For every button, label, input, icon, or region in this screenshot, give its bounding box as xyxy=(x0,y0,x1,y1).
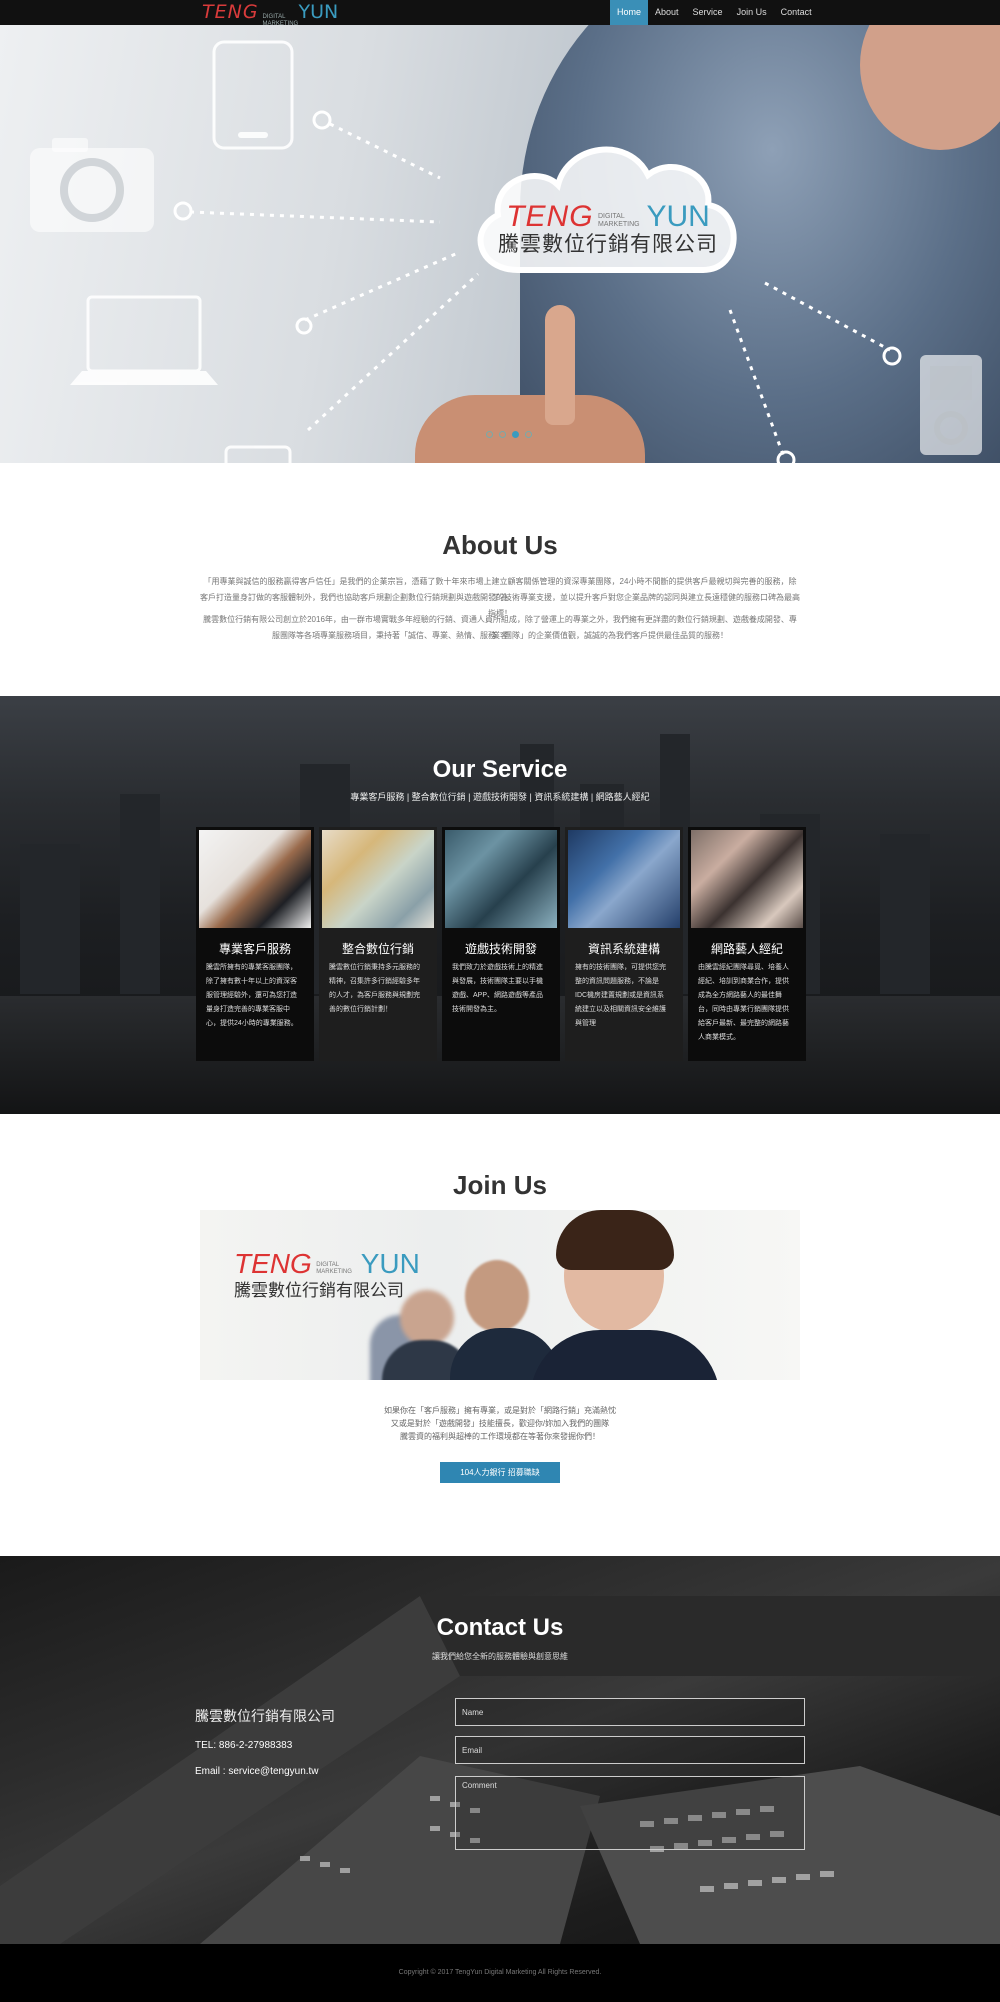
nav-about[interactable]: About xyxy=(648,0,686,25)
service-card[interactable]: 專業客戶服務 騰雲所擁有的專業客服團隊，除了擁有數十年以上的資深客服管理經驗外，… xyxy=(196,827,314,1061)
join-logo-teng: TENG xyxy=(234,1248,312,1279)
service-section: Our Service 專業客戶服務 | 整合數位行銷 | 遊戲技術開發 | 資… xyxy=(0,696,1000,1114)
service-card-text: 擁有的技術團隊，可提供您完整的資訊問題服務，不論是IDC機房建置規劃或是資訊系統… xyxy=(575,964,666,1027)
site-logo[interactable]: TENG DIGITAL MARKETING YUN xyxy=(202,1,339,27)
service-card[interactable]: 網路藝人經紀 由騰雲經紀團隊尋覓、培養人經紀、培訓到商業合作，提供成為全方網路藝… xyxy=(688,827,806,1061)
join-line: 騰雲資的福利與超棒的工作環境都在等著你來發掘你們！ xyxy=(400,1432,600,1441)
contact-company-name: 騰雲數位行銷有限公司 xyxy=(195,1708,335,1724)
copyright-text: Copyright © 2017 TengYun Digital Marketi… xyxy=(398,1969,602,1976)
main-menu: Home About Service Join Us Contact xyxy=(610,0,819,25)
carousel-dot-4[interactable] xyxy=(525,431,532,438)
logo-teng: TENG xyxy=(202,1,259,23)
join-banner-image: TENG DIGITAL MARKETING YUN 騰雲數位行銷有限公司 xyxy=(200,1210,800,1380)
service-subtitle: 專業客戶服務 | 整合數位行銷 | 遊戲技術開發 | 資訊系統建構 | 網路藝人… xyxy=(350,792,650,802)
service-card-title: 遊戲技術開發 xyxy=(464,942,537,956)
laptop-icon xyxy=(86,295,202,373)
service-card[interactable]: 資訊系統建構 擁有的技術團隊，可提供您完整的資訊問題服務，不論是IDC機房建置規… xyxy=(565,827,683,1061)
hero-company-logo: TENG DIGITAL MARKETING YUN 騰雲數位行銷有限公司 xyxy=(488,200,728,258)
nav-join-us[interactable]: Join Us xyxy=(730,0,774,25)
join-title: Join Us xyxy=(453,1170,547,1200)
phone-icon xyxy=(224,445,292,463)
join-logo-yun: YUN xyxy=(360,1248,420,1279)
footer: Copyright © 2017 TengYun Digital Marketi… xyxy=(0,1944,1000,2002)
service-card-title: 整合數位行銷 xyxy=(341,942,414,956)
job-openings-button[interactable]: 104人力銀行 招募職缺 xyxy=(440,1462,560,1483)
comment-field[interactable] xyxy=(455,1776,805,1850)
join-logo-tagline: DIGITAL MARKETING xyxy=(316,1262,352,1275)
name-field[interactable] xyxy=(455,1698,805,1726)
game-development-image xyxy=(445,830,557,928)
logo-tagline: DIGITAL MARKETING xyxy=(262,14,299,27)
join-description: 如果你在「客戶服務」擁有專業，或是對於「網路行銷」充滿熱忱 又或是對於「遊戲開發… xyxy=(300,1404,700,1443)
service-title: Our Service xyxy=(432,756,568,783)
carousel-dot-2[interactable] xyxy=(499,431,506,438)
service-cards: 專業客戶服務 騰雲所擁有的專業客服團隊，除了擁有數十年以上的資深客服管理經驗外，… xyxy=(196,827,806,1061)
service-card-text: 騰雲數位行銷秉持多元服務的精神，召集許多行銷經驗多年的人才，為客戶服務與規劃完善… xyxy=(329,964,420,1013)
contact-section: Contact Us 讓我們給您全新的服務體驗與創意思維 騰雲數位行銷有限公司 … xyxy=(0,1556,1000,1944)
contact-subtitle: 讓我們給您全新的服務體驗與創意思維 xyxy=(432,1652,568,1661)
service-card-text: 騰雲所擁有的專業客服團隊，除了擁有數十年以上的資深客服管理經驗外，還可為您打造量… xyxy=(206,964,298,1027)
service-card[interactable]: 整合數位行銷 騰雲數位行銷秉持多元服務的精神，召集許多行銷經驗多年的人才，為客戶… xyxy=(319,827,437,1061)
join-banner-logo: TENG DIGITAL MARKETING YUN 騰雲數位行銷有限公司 xyxy=(234,1248,420,1301)
email-field[interactable] xyxy=(455,1736,805,1764)
about-title: About Us xyxy=(442,530,558,560)
about-paragraph-2b: 服團隊等各項專業服務項目，秉持著「誠信、專業、熱情、服務、團隊」的企業價值觀，誠… xyxy=(272,631,728,640)
nav-service[interactable]: Service xyxy=(686,0,730,25)
carousel-indicators xyxy=(486,431,532,438)
top-nav: TENG DIGITAL MARKETING YUN Home About Se… xyxy=(0,0,1000,27)
service-card-title: 網路藝人經紀 xyxy=(710,942,783,956)
service-card[interactable]: 遊戲技術開發 我們致力於遊戲技術上的精進與發展，技術團隊主要以手機遊戲、APP、… xyxy=(442,827,560,1061)
join-line: 如果你在「客戶服務」擁有專業，或是對於「網路行銷」充滿熱忱 xyxy=(384,1406,616,1415)
contact-email: Email : service@tengyun.tw xyxy=(195,1766,319,1777)
service-card-title: 專業客戶服務 xyxy=(218,942,291,956)
hero-company-name: 騰雲數位行銷有限公司 xyxy=(498,233,718,256)
information-system-image xyxy=(568,830,680,928)
carousel-dot-1[interactable] xyxy=(486,431,493,438)
join-line: 又或是對於「遊戲開發」技能擅長，歡迎你/妳加入我們的團隊 xyxy=(390,1419,610,1428)
digital-marketing-image xyxy=(322,830,434,928)
service-card-text: 我們致力於遊戲技術上的精進與發展，技術團隊主要以手機遊戲、APP、網路遊戲等產品… xyxy=(452,964,544,1013)
nav-home[interactable]: Home xyxy=(610,0,649,25)
contact-title: Contact Us xyxy=(436,1614,564,1641)
logo-yun: YUN xyxy=(298,1,339,23)
carousel-dot-3[interactable] xyxy=(512,431,519,438)
service-card-title: 資訊系統建構 xyxy=(587,942,660,956)
contact-tel: TEL: 886-2-27988383 xyxy=(195,1740,293,1751)
hero-logo-tagline: DIGITAL MARKETING xyxy=(598,213,640,228)
service-card-text: 由騰雲經紀團隊尋覓、培養人經紀、培訓到商業合作，提供成為全方網路藝人的最佳舞台，… xyxy=(698,964,789,1041)
join-company-name: 騰雲數位行銷有限公司 xyxy=(234,1281,404,1300)
artist-management-image xyxy=(691,830,803,928)
customer-service-image xyxy=(199,830,311,928)
nav-contact[interactable]: Contact xyxy=(774,0,819,25)
hero-banner: TENG DIGITAL MARKETING YUN 騰雲數位行銷有限公司 xyxy=(0,0,1000,463)
